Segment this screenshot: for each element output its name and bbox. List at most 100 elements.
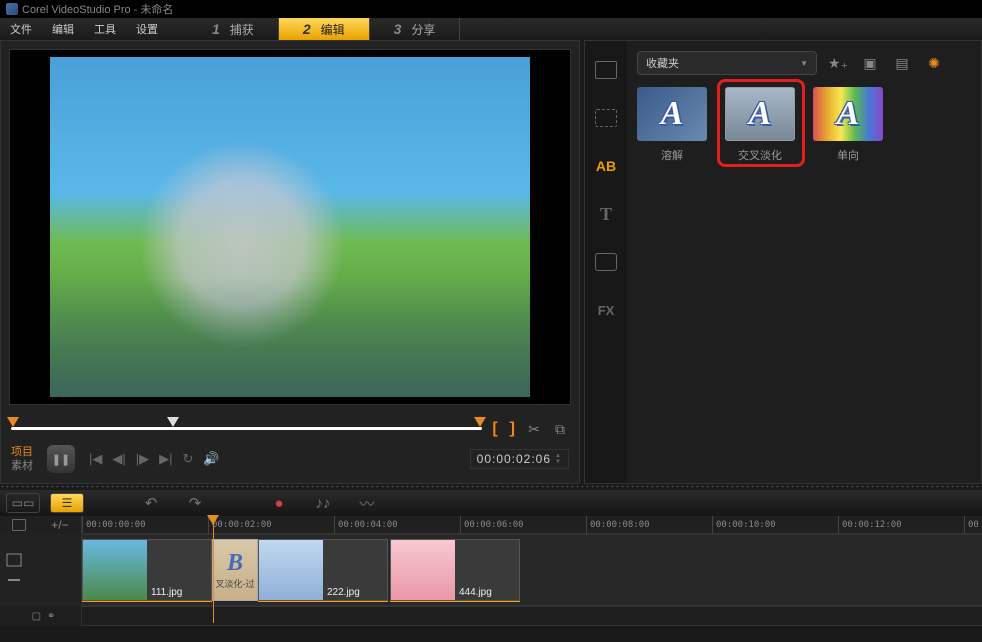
apply-current-icon[interactable]: ▣ xyxy=(859,52,881,74)
step-back-icon[interactable]: ◀| xyxy=(112,451,125,467)
go-start-icon[interactable]: |◀ xyxy=(89,451,102,467)
add-favorite-icon[interactable]: ★₊ xyxy=(827,52,849,74)
ruler-tick: 00:00:00:00 xyxy=(82,516,146,533)
lib-tab-clip[interactable] xyxy=(585,97,627,139)
menu-settings[interactable]: 设置 xyxy=(126,21,168,37)
play-pause-button[interactable]: ❚❚ xyxy=(47,445,75,473)
loop-icon[interactable]: ↻ xyxy=(183,451,194,467)
library-content: 收藏夹 ★₊ ▣ ▤ ✺ A 溶解 A 交叉淡化 A 单向 xyxy=(627,41,981,483)
preview-controls: [ ] ✂ ⧉ 项目 素材 ❚❚ |◀ ◀| |▶ ▶| ↻ 🔊 xyxy=(1,413,579,483)
show-all-icon[interactable] xyxy=(12,519,26,531)
step-tabs: 1 捕获 2 编辑 3 分享 xyxy=(188,18,460,40)
overlay-track: ▢ ⚭ xyxy=(0,606,982,626)
lib-tab-media[interactable] xyxy=(585,49,627,91)
transition-thumb-letter: B xyxy=(227,550,243,577)
transition-clip-label: 叉淡化-过 xyxy=(216,577,255,590)
clip-444[interactable]: 444.jpg xyxy=(390,539,520,601)
title-icon: T xyxy=(600,204,612,225)
go-end-icon[interactable]: ▶| xyxy=(159,451,172,467)
settings-icon[interactable]: ✺ xyxy=(923,52,945,74)
lib-tab-transition[interactable]: AB xyxy=(585,145,627,187)
ruler-row: +/− 00:00:00:00 00:00:02:00 00:00:04:00 … xyxy=(0,516,982,534)
step-number: 3 xyxy=(394,21,402,37)
transition-item-oneway[interactable]: A 单向 xyxy=(813,87,883,163)
preview-panel: [ ] ✂ ⧉ 项目 素材 ❚❚ |◀ ◀| |▶ ▶| ↻ 🔊 xyxy=(0,40,580,484)
step-edit[interactable]: 2 编辑 xyxy=(279,18,370,40)
storyboard-view-button[interactable]: ▭▭ xyxy=(6,493,40,513)
timeline-icon: ☰ xyxy=(62,496,73,510)
transition-label: 单向 xyxy=(837,147,859,163)
menu-file[interactable]: 文件 xyxy=(0,21,42,37)
zoom-out-icon[interactable]: +/− xyxy=(51,518,68,532)
menu-tool[interactable]: 工具 xyxy=(84,21,126,37)
volume-icon[interactable]: 🔊 xyxy=(203,451,219,467)
timeline-toolbar: ▭▭ ☰ ↶ ↷ ● ♪♪ 〰 xyxy=(0,490,982,516)
playback-mode[interactable]: 项目 素材 xyxy=(11,445,33,473)
step-number: 1 xyxy=(212,21,220,37)
step-label: 捕获 xyxy=(230,21,254,38)
clip-111[interactable]: 111.jpg xyxy=(82,539,212,601)
preview-frame xyxy=(50,57,530,397)
time-ruler[interactable]: 00:00:00:00 00:00:02:00 00:00:04:00 00:0… xyxy=(82,516,982,534)
fx-icon: FX xyxy=(598,303,615,318)
storyboard-icon: ▭▭ xyxy=(12,496,35,510)
cut-icon[interactable]: ✂ xyxy=(525,420,543,438)
overlay-track-header: ▢ ⚭ xyxy=(0,606,82,626)
auto-music-button[interactable]: 〰 xyxy=(350,493,384,513)
step-number: 2 xyxy=(303,21,311,37)
clip-222[interactable]: 222.jpg xyxy=(258,539,388,601)
mark-in-icon[interactable]: [ xyxy=(490,420,499,438)
audio-mixer-button[interactable]: ♪♪ xyxy=(306,493,340,513)
timecode-stepper[interactable]: ▲▼ xyxy=(555,453,562,465)
preview-viewport xyxy=(9,49,571,405)
transition-item-crossfade[interactable]: A 交叉淡化 xyxy=(725,87,795,163)
mode-clip-label: 素材 xyxy=(11,459,33,473)
library-folder-dropdown[interactable]: 收藏夹 xyxy=(637,51,817,75)
ruler-tick: 00:00:12:00 xyxy=(838,516,902,533)
transition-item-dissolve[interactable]: A 溶解 xyxy=(637,87,707,163)
menu-edit[interactable]: 编辑 xyxy=(42,21,84,37)
clip-filename: 444.jpg xyxy=(459,587,492,598)
scrub-slider[interactable] xyxy=(11,419,482,439)
video-track-icon xyxy=(6,553,22,567)
undo-button[interactable]: ↶ xyxy=(134,493,168,513)
library-category-tabs: AB T FX xyxy=(585,41,627,483)
timecode-display[interactable]: 00:00:02:06 ▲▼ xyxy=(470,449,569,469)
step-label: 分享 xyxy=(411,21,435,38)
apply-all-icon[interactable]: ▤ xyxy=(891,52,913,74)
step-capture[interactable]: 1 捕获 xyxy=(188,18,279,40)
filmstrip-icon xyxy=(595,61,617,79)
lib-tab-graphic[interactable] xyxy=(585,241,627,283)
video-track-lane[interactable]: 111.jpg B 叉淡化-过 222.jpg 444.jpg xyxy=(82,534,982,606)
copy-icon[interactable]: ⧉ xyxy=(551,420,569,438)
transition-clip[interactable]: B 叉淡化-过 xyxy=(212,539,258,601)
menubar: 文件 编辑 工具 设置 1 捕获 2 编辑 3 分享 xyxy=(0,18,982,40)
clip-thumbnail xyxy=(391,540,455,600)
video-track-header xyxy=(0,534,82,606)
graphic-icon xyxy=(595,253,617,271)
library-toolbar: 收藏夹 ★₊ ▣ ▤ ✺ xyxy=(637,51,971,75)
timecode-value: 00:00:02:06 xyxy=(477,452,551,466)
mixer-icon: ♪♪ xyxy=(316,495,331,512)
overlay-track-lane[interactable] xyxy=(82,606,982,626)
ruler-tick: 00:00:10:00 xyxy=(712,516,776,533)
clip-thumbnail xyxy=(83,540,147,600)
transition-grid: A 溶解 A 交叉淡化 A 单向 xyxy=(637,87,971,163)
timeline-view-button[interactable]: ☰ xyxy=(50,493,84,513)
lib-tab-filter[interactable]: FX xyxy=(585,289,627,331)
undo-icon: ↶ xyxy=(145,494,158,512)
app-icon xyxy=(6,3,18,15)
record-button[interactable]: ● xyxy=(262,493,296,513)
mark-out-icon[interactable]: ] xyxy=(508,420,517,438)
title-text: Corel VideoStudio Pro - 未命名 xyxy=(22,1,173,17)
lib-tab-title[interactable]: T xyxy=(585,193,627,235)
redo-button[interactable]: ↷ xyxy=(178,493,212,513)
ruler-tick: 00 xyxy=(964,516,979,533)
ruler-tick: 00:00:06:00 xyxy=(460,516,524,533)
step-share[interactable]: 3 分享 xyxy=(370,18,461,40)
clip-icon xyxy=(595,109,617,127)
dropdown-value: 收藏夹 xyxy=(646,55,679,71)
record-icon: ● xyxy=(274,495,283,512)
playhead[interactable] xyxy=(213,516,214,623)
step-fwd-icon[interactable]: |▶ xyxy=(136,451,149,467)
